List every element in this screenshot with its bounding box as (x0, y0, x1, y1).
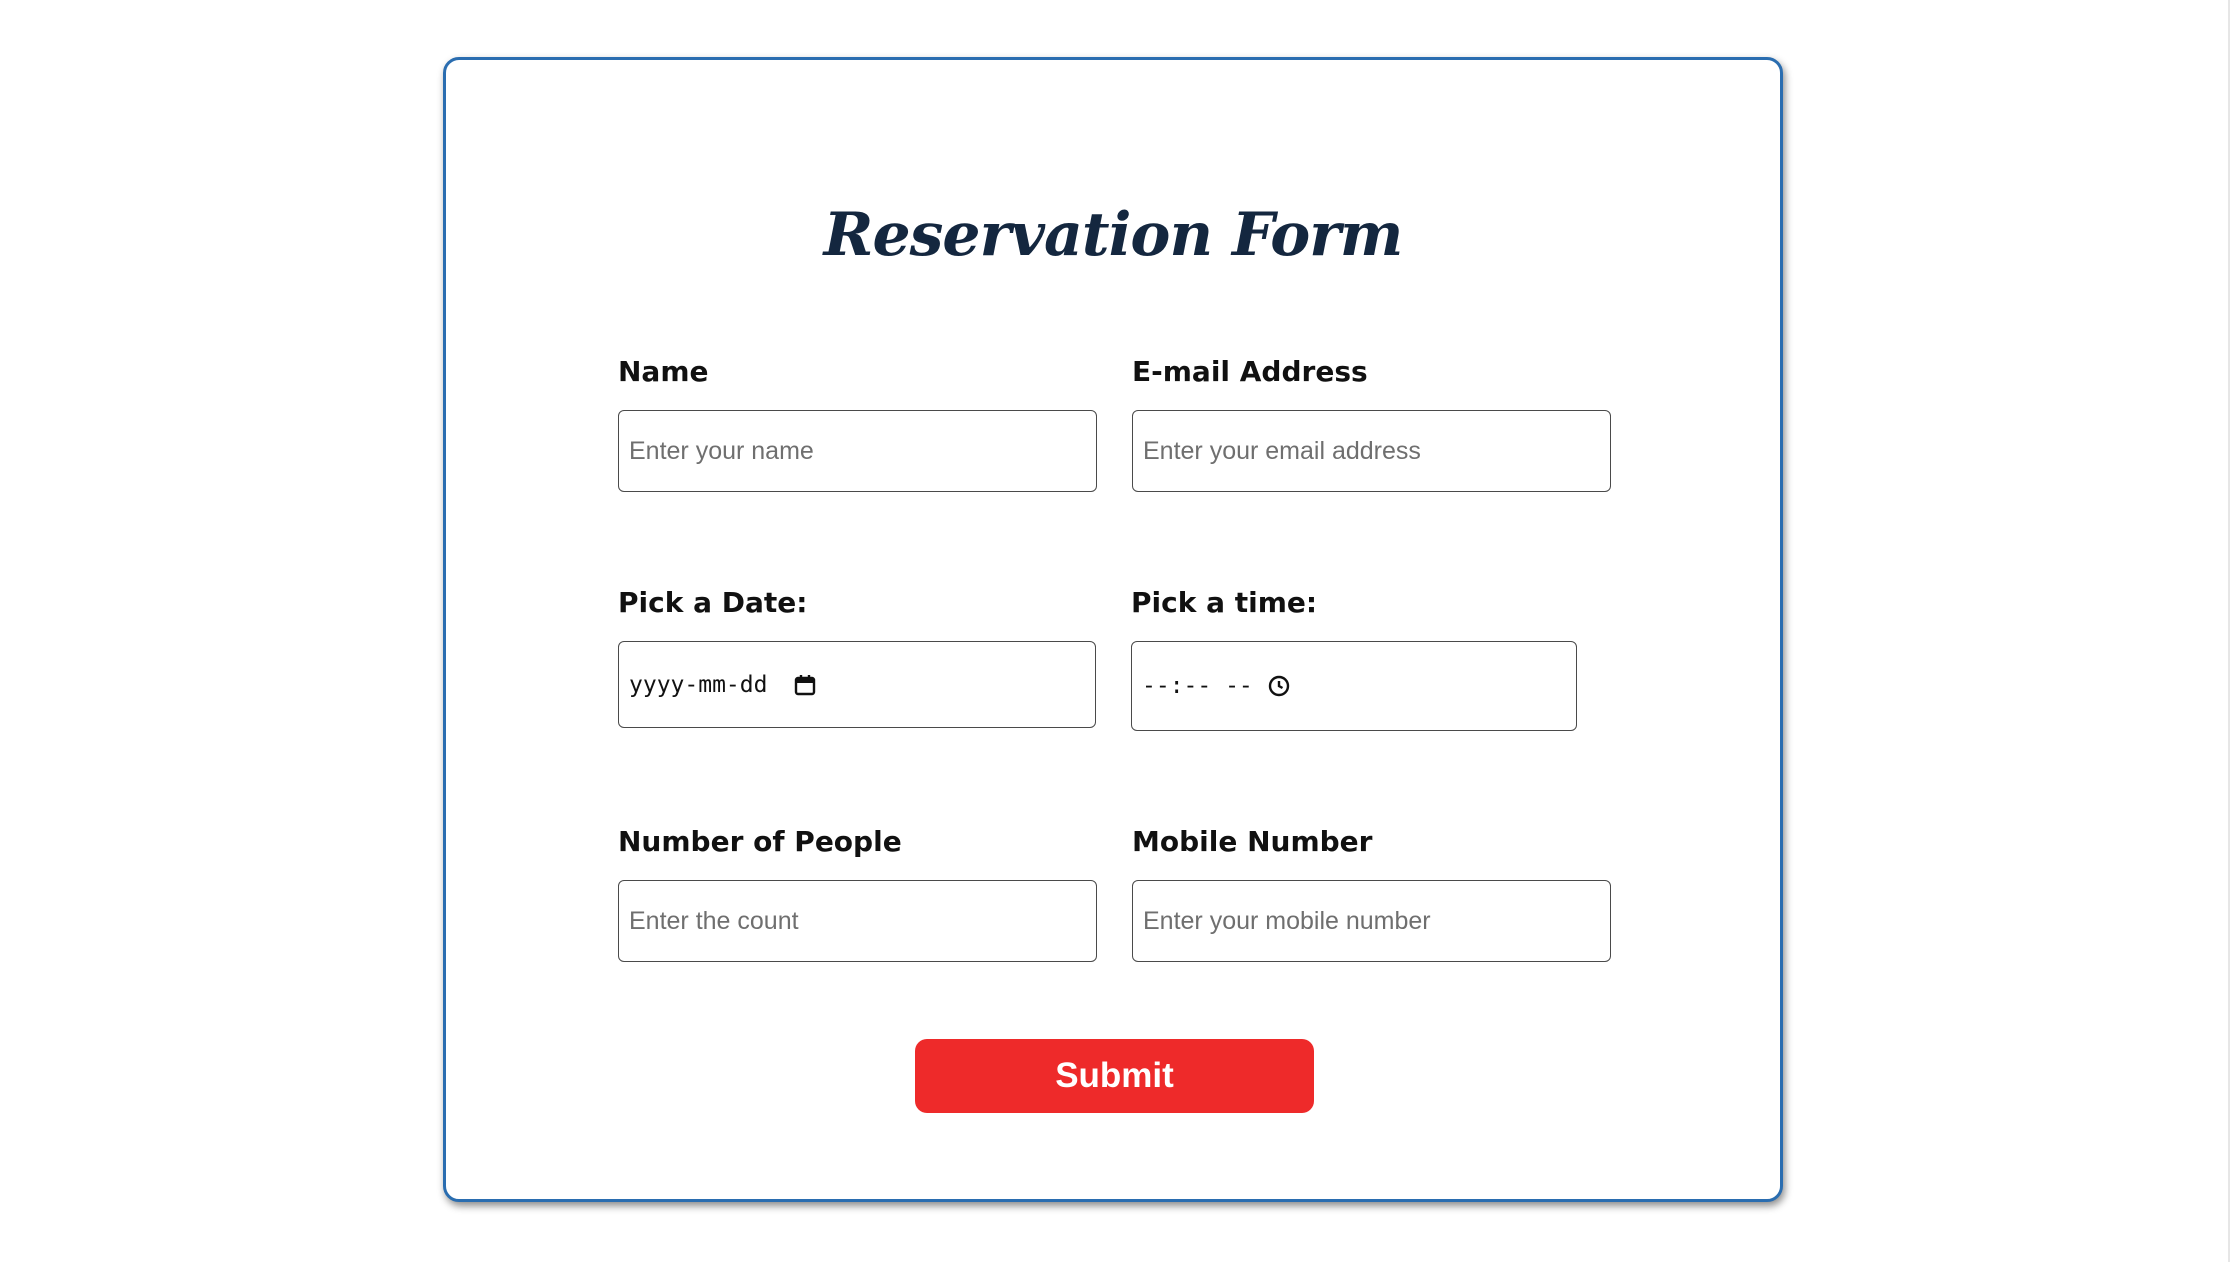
form-title: Reservation Form (823, 200, 1404, 270)
time-input[interactable]: --:-- -- (1131, 641, 1577, 731)
name-field-group: Name (618, 354, 1097, 492)
time-label: Pick a time: (1131, 586, 1318, 619)
email-label: E-mail Address (1132, 355, 1368, 388)
date-input[interactable]: yyyy-mm-dd (618, 641, 1096, 728)
mobile-label: Mobile Number (1132, 825, 1373, 858)
date-placeholder: yyyy-mm-dd (629, 671, 768, 698)
page: Reservation Form Name E-mail Address Pic… (0, 0, 2230, 1262)
email-field-group: E-mail Address (1132, 354, 1611, 492)
reservation-form-card: Reservation Form Name E-mail Address Pic… (443, 57, 1783, 1202)
people-label: Number of People (618, 825, 902, 858)
name-input[interactable] (618, 410, 1097, 492)
people-field-group: Number of People (618, 824, 1097, 962)
time-placeholder: --:-- -- (1142, 673, 1253, 699)
calendar-icon[interactable] (793, 673, 817, 697)
date-label: Pick a Date: (618, 586, 808, 619)
email-input[interactable] (1132, 410, 1611, 492)
mobile-field-group: Mobile Number (1132, 824, 1611, 962)
time-field-group: Pick a time: --:-- -- (1131, 585, 1577, 731)
clock-icon[interactable] (1267, 674, 1291, 698)
name-label: Name (618, 355, 709, 388)
submit-button[interactable]: Submit (915, 1039, 1314, 1113)
mobile-input[interactable] (1132, 880, 1611, 962)
date-field-group: Pick a Date: yyyy-mm-dd (618, 585, 1096, 728)
people-input[interactable] (618, 880, 1097, 962)
